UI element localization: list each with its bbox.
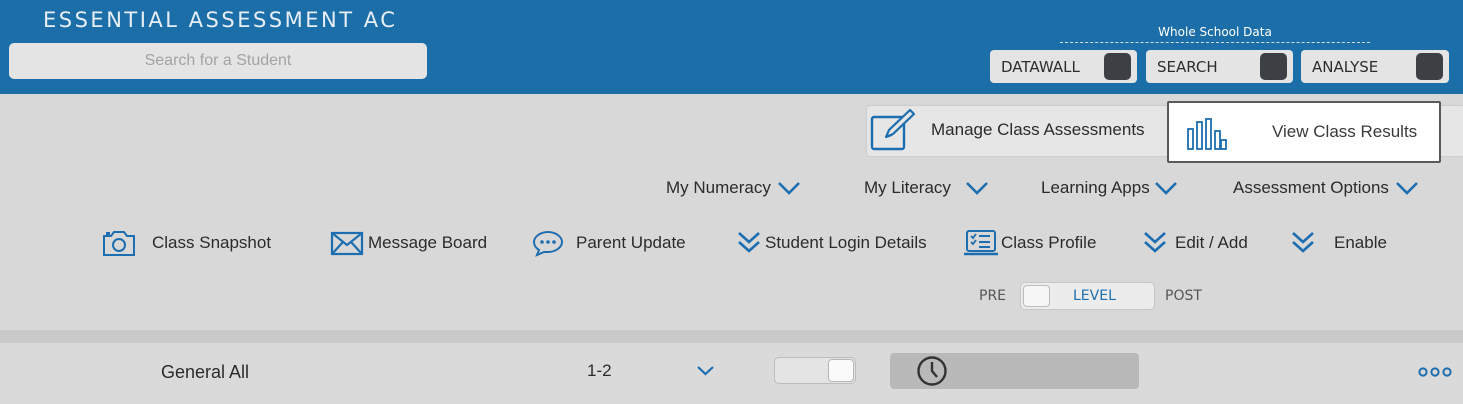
message-board-label: Message Board: [368, 233, 488, 252]
search-toggle-square: [1260, 53, 1287, 80]
row-toggle-switch[interactable]: [774, 357, 856, 384]
timer-bar[interactable]: [890, 353, 1139, 389]
search-label: SEARCH: [1157, 57, 1218, 76]
parent-update-button[interactable]: Parent Update: [532, 227, 686, 259]
profile-list-icon: [964, 230, 998, 256]
class-snapshot-button[interactable]: Class Snapshot: [102, 227, 271, 259]
my-numeracy-menu[interactable]: My Numeracy: [666, 178, 801, 198]
student-login-details-button[interactable]: Student Login Details: [737, 227, 927, 259]
whole-school-data-label: Whole School Data: [1158, 25, 1272, 39]
message-board-button[interactable]: Message Board: [330, 227, 487, 259]
assessment-name: General All: [161, 362, 250, 382]
chat-bubble-icon: [532, 230, 564, 257]
datawall-button[interactable]: DATAWALL: [990, 50, 1137, 83]
datawall-toggle-square: [1104, 53, 1131, 80]
whole-school-divider: [1060, 42, 1370, 43]
analyse-label: ANALYSE: [1312, 57, 1379, 76]
double-chevron-down-icon: [738, 232, 760, 253]
chevron-down-icon: [966, 182, 988, 195]
edit-note-icon: [870, 108, 916, 152]
my-literacy-menu[interactable]: My Literacy: [864, 178, 989, 198]
manage-class-assessments-label: Manage Class Assessments: [931, 120, 1145, 139]
envelope-icon: [330, 231, 364, 256]
view-class-results-label: View Class Results: [1272, 122, 1418, 141]
manage-class-assessments-tab[interactable]: Manage Class Assessments: [870, 108, 1145, 152]
parent-update-label: Parent Update: [576, 233, 686, 252]
my-literacy-label: My Literacy: [864, 178, 951, 197]
student-login-details-label: Student Login Details: [765, 233, 927, 252]
datawall-label: DATAWALL: [1001, 57, 1080, 76]
level-range-value: 1-2: [587, 361, 612, 380]
search-button[interactable]: SEARCH: [1146, 50, 1293, 83]
section-divider: [0, 330, 1463, 343]
row-toggle-knob: [828, 359, 854, 382]
chevron-down-icon: [777, 182, 800, 195]
class-snapshot-label: Class Snapshot: [152, 233, 272, 252]
pre-label: PRE: [979, 288, 1007, 304]
range-dropdown-chevron-icon[interactable]: [696, 365, 715, 377]
student-search-input[interactable]: [9, 43, 427, 79]
double-chevron-down-icon: [1292, 232, 1314, 253]
camera-icon: [103, 231, 135, 256]
bar-chart-icon: [1187, 118, 1227, 155]
analyse-button[interactable]: ANALYSE: [1301, 50, 1449, 83]
learning-apps-label: Learning Apps: [1041, 178, 1150, 197]
more-options-icon[interactable]: [1418, 366, 1452, 378]
double-chevron-down-icon: [1144, 232, 1166, 253]
assessment-options-label: Assessment Options: [1233, 178, 1389, 197]
view-class-results-tab[interactable]: View Class Results: [1167, 101, 1441, 163]
level-label: LEVEL: [1073, 288, 1116, 304]
post-label: POST: [1165, 288, 1202, 304]
pre-post-level-switch[interactable]: LEVEL: [1020, 282, 1155, 310]
my-numeracy-label: My Numeracy: [666, 178, 771, 197]
enable-label: Enable: [1334, 233, 1387, 252]
chevron-down-icon: [1395, 182, 1418, 195]
assessment-options-menu[interactable]: Assessment Options: [1233, 178, 1419, 198]
chevron-down-icon: [1154, 182, 1177, 195]
switch-knob: [1023, 285, 1050, 307]
top-header: ESSENTIAL ASSESSMENT AC Whole School Dat…: [0, 0, 1463, 94]
edit-add-label: Edit / Add: [1175, 233, 1248, 252]
analyse-toggle-square: [1416, 53, 1443, 80]
edit-add-button[interactable]: Edit / Add: [1143, 227, 1248, 259]
class-profile-button[interactable]: Class Profile: [963, 227, 1096, 259]
class-profile-label: Class Profile: [1001, 233, 1097, 252]
learning-apps-menu[interactable]: Learning Apps: [1041, 178, 1178, 198]
enable-button[interactable]: Enable: [1291, 227, 1387, 259]
clock-icon: [917, 356, 947, 386]
app-title: ESSENTIAL ASSESSMENT AC: [43, 8, 398, 32]
